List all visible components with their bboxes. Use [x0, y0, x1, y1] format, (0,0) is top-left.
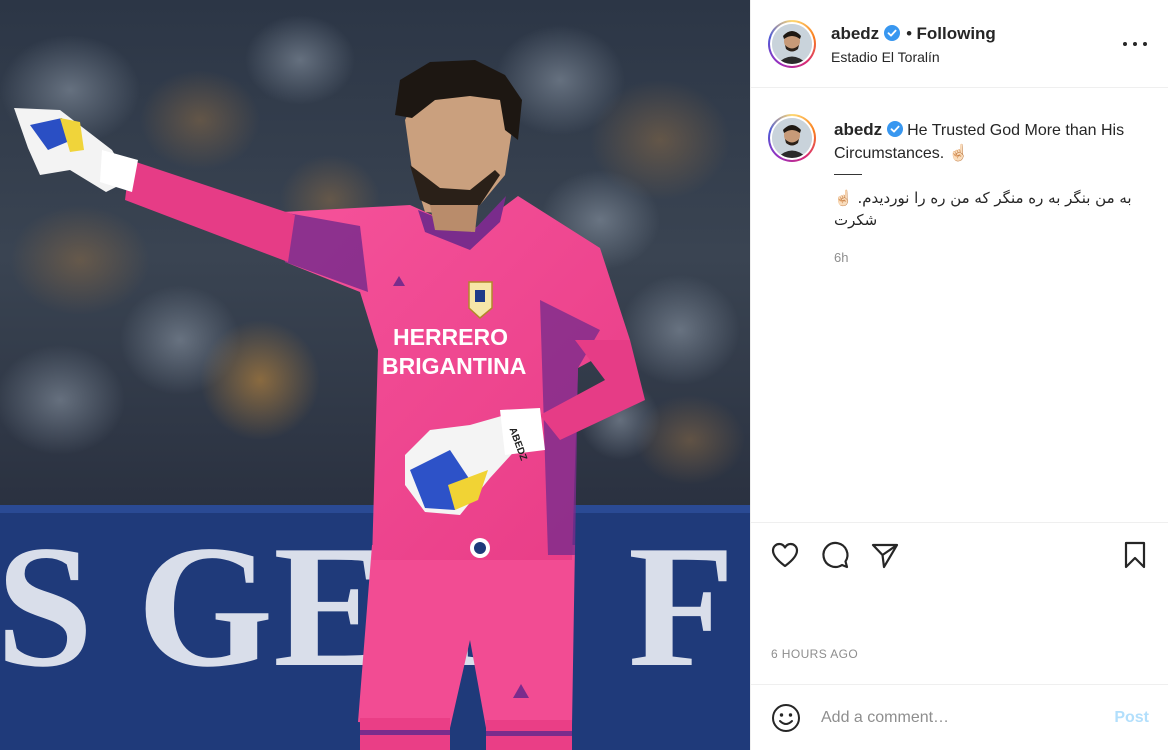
sponsor-line-1: HERRERO [393, 324, 508, 350]
post-header: abedz • Following Estadio El Toralín [751, 0, 1168, 88]
post-photo[interactable]: S GEY F ABEDZ HERRERO BRIGANTINA [0, 0, 750, 750]
share-button[interactable] [869, 539, 901, 571]
bookmark-icon [1124, 541, 1146, 569]
following-button[interactable]: Following [917, 24, 996, 43]
avatar-photo [772, 24, 812, 64]
sponsor-line-2: BRIGANTINA [382, 353, 526, 379]
header-username[interactable]: abedz [831, 24, 879, 43]
caption-text-fa-line-1: به من بنگر به ره منگر که من ره را نوردید… [834, 189, 1132, 207]
location-link[interactable]: Estadio El Toralín [831, 49, 940, 65]
avatar[interactable] [768, 20, 816, 68]
caption-avatar[interactable] [768, 114, 816, 162]
caption-relative-time[interactable]: 6h [834, 250, 848, 265]
verified-badge-icon [883, 25, 900, 41]
more-options-icon[interactable] [1123, 34, 1147, 54]
caption-avatar-photo [772, 118, 812, 158]
like-button[interactable] [769, 539, 801, 571]
action-bar [751, 522, 1168, 588]
smiley-icon [772, 704, 800, 732]
caption-text-fa-line-2: شکرت [834, 211, 878, 229]
emoji-button[interactable] [770, 702, 802, 734]
comment-input[interactable] [821, 705, 1091, 731]
caption-section: abedz He Trusted God More than His Circu… [751, 88, 1168, 522]
banner-text-right: F [628, 509, 735, 703]
comment-bar: Post [751, 684, 1168, 750]
comment-icon [822, 541, 849, 569]
heart-icon [771, 542, 799, 568]
post-timestamp[interactable]: 6 HOURS AGO [771, 647, 858, 661]
post-detail-panel: abedz • Following Estadio El Toralín abe… [750, 0, 1168, 750]
caption-username[interactable]: abedz [834, 120, 882, 139]
post-comment-button[interactable]: Post [1114, 709, 1149, 727]
caption-verified-badge-icon [886, 121, 903, 137]
comment-button[interactable] [819, 539, 851, 571]
goalkeeper-photo: S GEY F ABEDZ HERRERO BRIGANTINA [0, 0, 750, 750]
caption-divider: —— [834, 165, 862, 181]
follow-separator: • [906, 24, 913, 43]
caption-body: abedz He Trusted God More than His Circu… [834, 118, 1154, 165]
send-icon [871, 543, 899, 569]
save-button[interactable] [1119, 539, 1151, 571]
